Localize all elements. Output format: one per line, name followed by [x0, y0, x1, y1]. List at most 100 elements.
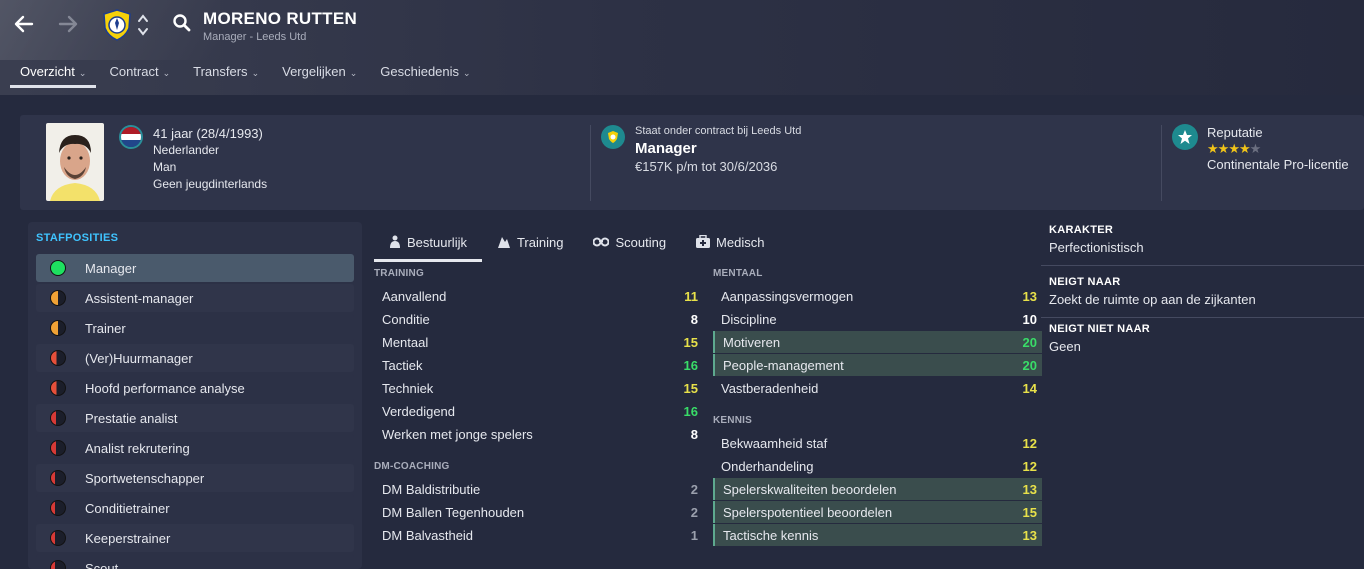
attribute-name: Mentaal	[382, 335, 429, 350]
reputation-stars: ★★★★★	[1207, 141, 1349, 157]
attribute-value: 13	[1022, 482, 1037, 497]
attribute-row[interactable]: Motiveren 20	[713, 331, 1042, 353]
suitability-indicator-icon	[50, 410, 66, 426]
attribute-value: 20	[1022, 335, 1037, 350]
forward-button[interactable]	[54, 10, 82, 38]
attribute-name: Spelerspotentieel beoordelen	[723, 505, 893, 520]
suitability-indicator-icon	[50, 320, 66, 336]
staff-position-label: Analist rekrutering	[85, 441, 190, 456]
contract-line[interactable]: Staat onder contract bij Leeds Utd	[635, 125, 801, 137]
staff-position-item[interactable]: Scout	[36, 554, 354, 569]
staff-position-item[interactable]: (Ver)Huurmanager	[36, 344, 354, 372]
attribute-row[interactable]: Spelerskwaliteiten beoordelen 13	[713, 478, 1042, 500]
search-icon[interactable]	[172, 13, 192, 33]
attribute-value: 12	[1022, 436, 1037, 451]
attribute-row[interactable]: Aanvallend 11	[374, 285, 703, 307]
tab-label: Overzicht	[20, 64, 75, 79]
attribute-row[interactable]: Conditie 8	[374, 308, 703, 330]
attribute-row[interactable]: Bekwaamheid staf 12	[713, 432, 1042, 454]
tab-scouting[interactable]: Scouting	[578, 225, 681, 262]
tab-vergelijken[interactable]: Vergelijken ⌄	[272, 60, 367, 88]
attribute-name: Techniek	[382, 381, 434, 396]
tab-contract[interactable]: Contract ⌄	[99, 60, 180, 88]
neigt-niet-naar-header: NEIGT NIET NAAR	[1049, 323, 1151, 335]
tab-label: Training	[516, 235, 564, 250]
divider	[1041, 265, 1364, 266]
karakter-section: KARAKTER Perfectionistisch	[1049, 224, 1144, 255]
staff-position-item[interactable]: Trainer	[36, 314, 354, 342]
person-icon	[389, 235, 401, 251]
up-down-icon[interactable]	[136, 12, 150, 38]
club-crest-icon[interactable]	[100, 8, 134, 42]
tab-training[interactable]: Training	[482, 225, 578, 262]
chevron-down-icon: ⌄	[78, 68, 87, 78]
staff-position-item[interactable]: Hoofd performance analyse	[36, 374, 354, 402]
staff-position-label: Scout	[85, 561, 119, 569]
attribute-tabs: Bestuurlijk Training Scouting Medisch	[374, 225, 779, 263]
attribute-row[interactable]: Mentaal 15	[374, 331, 703, 353]
staff-position-label: Manager	[85, 261, 137, 276]
chevron-down-icon: ⌄	[349, 68, 358, 78]
tab-label: Geschiedenis	[380, 64, 460, 79]
attribute-row[interactable]: Werken met jonge spelers 8	[374, 423, 703, 445]
attribute-name: Tactische kennis	[723, 528, 819, 543]
attribute-name: DM Baldistributie	[382, 482, 481, 497]
attribute-name: People-management	[723, 358, 844, 373]
reputation-label: Reputatie	[1207, 125, 1263, 140]
suitability-indicator-icon	[50, 560, 66, 569]
suitability-indicator-icon	[50, 470, 66, 486]
staff-position-item[interactable]: Keeperstrainer	[36, 524, 354, 552]
tab-bestuurlijk[interactable]: Bestuurlijk	[374, 225, 482, 262]
staff-position-item[interactable]: Manager	[36, 254, 354, 282]
page-title: MORENO RUTTEN	[203, 9, 358, 28]
staff-position-item[interactable]: Prestatie analist	[36, 404, 354, 432]
attribute-row[interactable]: Spelerspotentieel beoordelen 15	[713, 501, 1042, 523]
attribute-row[interactable]: Tactische kennis 13	[713, 524, 1042, 546]
attribute-value: 2	[690, 505, 698, 520]
attribute-name: Vastberadenheid	[721, 381, 819, 396]
attribute-row[interactable]: Verdedigend 16	[374, 400, 703, 422]
section-header-training: TRAINING	[374, 268, 424, 279]
attribute-row[interactable]: Aanpassingsvermogen 13	[713, 285, 1042, 307]
staff-position-label: Conditietrainer	[85, 501, 170, 516]
staff-position-label: Prestatie analist	[85, 411, 178, 426]
tab-overzicht[interactable]: Overzicht ⌄	[10, 60, 97, 88]
attribute-name: Spelerskwaliteiten beoordelen	[723, 482, 897, 497]
staff-position-label: (Ver)Huurmanager	[85, 351, 193, 366]
attribute-row[interactable]: Onderhandeling 12	[713, 455, 1042, 477]
arrow-right-icon	[58, 15, 78, 33]
attribute-value: 13	[1022, 528, 1037, 543]
attribute-row[interactable]: Vastberadenheid 14	[713, 377, 1042, 399]
staff-position-item[interactable]: Assistent-manager	[36, 284, 354, 312]
tab-medisch[interactable]: Medisch	[681, 225, 779, 262]
karakter-header: KARAKTER	[1049, 224, 1114, 236]
karakter-value: Perfectionistisch	[1049, 240, 1144, 255]
staff-position-item[interactable]: Analist rekrutering	[36, 434, 354, 462]
attribute-value: 8	[690, 312, 698, 327]
attribute-name: Bekwaamheid staf	[721, 436, 828, 451]
neigt-niet-naar-section: NEIGT NIET NAAR Geen	[1049, 323, 1150, 354]
staff-position-label: Trainer	[85, 321, 126, 336]
attribute-row[interactable]: DM Baldistributie 2	[374, 478, 703, 500]
staff-position-item[interactable]: Sportwetenschapper	[36, 464, 354, 492]
attribute-value: 15	[683, 335, 698, 350]
suitability-indicator-icon	[50, 530, 66, 546]
attribute-row[interactable]: People-management 20	[713, 354, 1042, 376]
attribute-row[interactable]: Tactiek 16	[374, 354, 703, 376]
tab-geschiedenis[interactable]: Geschiedenis ⌄	[370, 60, 480, 88]
attribute-name: DM Balvastheid	[382, 528, 474, 543]
attribute-row[interactable]: Techniek 15	[374, 377, 703, 399]
tab-transfers[interactable]: Transfers ⌄	[183, 60, 269, 88]
attribute-row[interactable]: Discipline 10	[713, 308, 1042, 330]
suitability-indicator-icon	[50, 380, 66, 396]
nationality-flag-icon	[119, 125, 143, 149]
attribute-row[interactable]: DM Ballen Tegenhouden 2	[374, 501, 703, 523]
page-subtitle[interactable]: Manager - Leeds Utd	[203, 31, 306, 43]
section-header-dm-coaching: DM-COACHING	[374, 461, 450, 472]
youth-caps-line: Geen jeugdinterlands	[153, 177, 268, 191]
attribute-value: 10	[1022, 312, 1037, 327]
staff-position-item[interactable]: Conditietrainer	[36, 494, 354, 522]
back-button[interactable]	[10, 10, 38, 38]
avatar	[46, 123, 104, 201]
attribute-row[interactable]: DM Balvastheid 1	[374, 524, 703, 546]
